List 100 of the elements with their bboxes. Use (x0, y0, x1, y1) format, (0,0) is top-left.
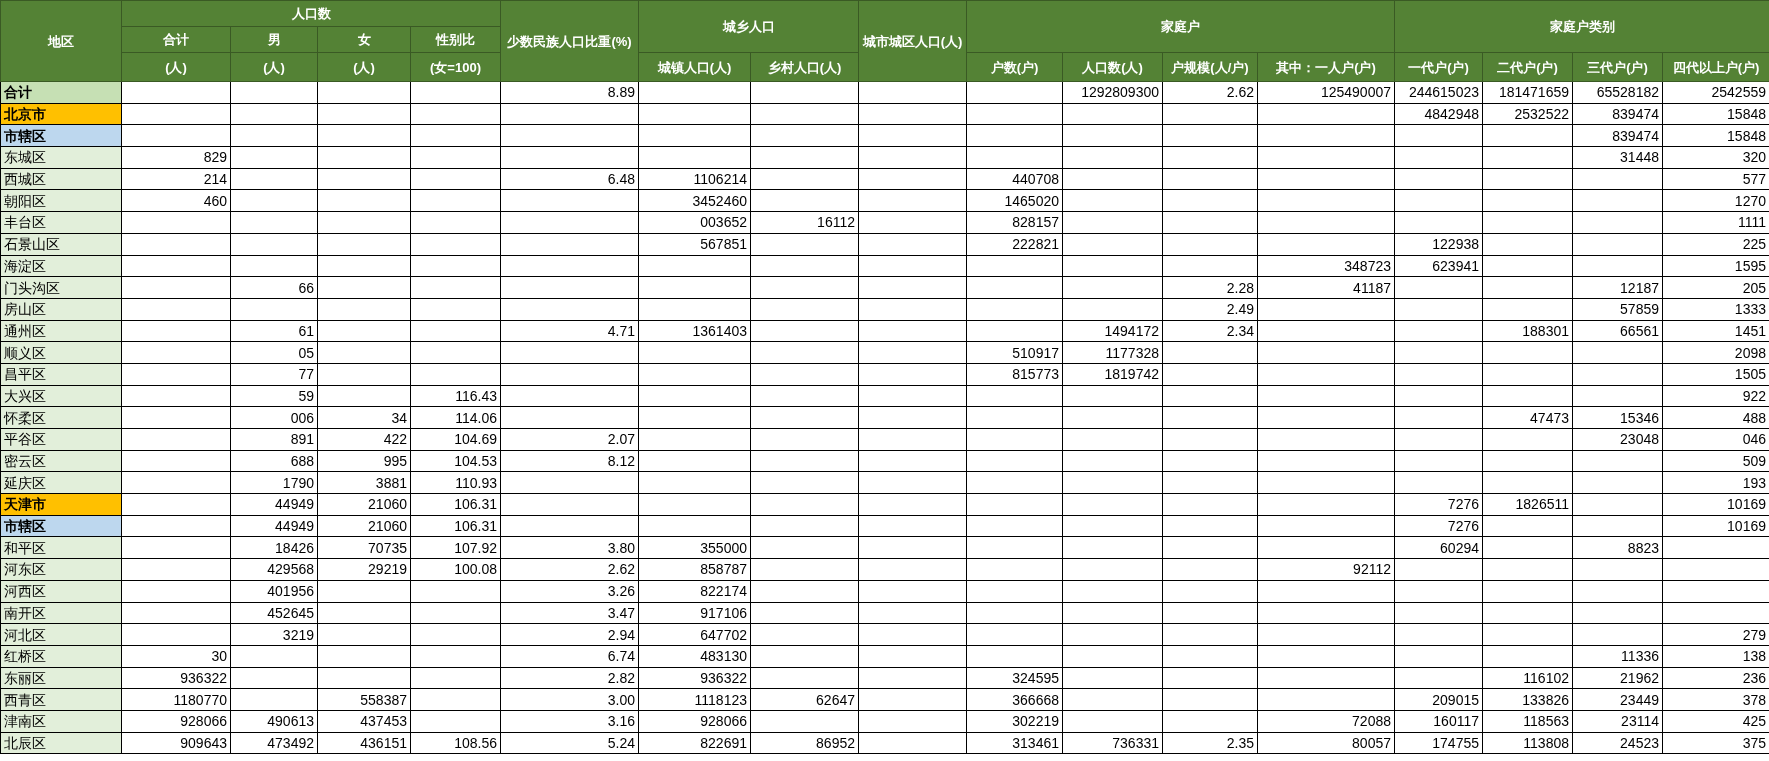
table-cell: 1118123 (638, 688, 751, 711)
table-cell: 2.62 (1162, 81, 1258, 104)
table-cell: 567851 (638, 233, 751, 255)
row-header: 和平区 (0, 536, 122, 559)
table-cell: 30 (121, 645, 231, 668)
row-header: 怀柔区 (0, 406, 122, 429)
table-cell: 891 (230, 428, 318, 451)
row-header: 顺义区 (0, 341, 122, 364)
table-cell: 355000 (638, 536, 751, 559)
column-header: 人口数 (121, 0, 501, 27)
table-cell: 1790 (230, 471, 318, 494)
table-cell: 452645 (230, 602, 318, 624)
table-cell: 828157 (966, 211, 1063, 234)
table-cell: 558387 (317, 688, 411, 711)
table-cell: 2.94 (500, 623, 639, 646)
table-cell: 100.08 (410, 558, 501, 581)
table-cell: 118563 (1482, 710, 1573, 733)
table-cell: 104.53 (410, 450, 501, 472)
table-cell: 188301 (1482, 320, 1573, 342)
table-cell: 47473 (1482, 406, 1573, 429)
column-header: (女=100) (410, 52, 501, 82)
row-header: 红桥区 (0, 645, 122, 668)
table-cell: 104.69 (410, 428, 501, 451)
table-cell: 8.12 (500, 450, 639, 472)
table-cell: 348723 (1257, 255, 1395, 277)
table-cell: 44949 (230, 493, 318, 516)
table-cell: 12187 (1572, 276, 1663, 299)
table-cell: 483130 (638, 645, 751, 668)
row-header: 合计 (0, 81, 122, 104)
table-cell: 21060 (317, 515, 411, 537)
column-header: (人) (317, 52, 411, 82)
table-cell: 92112 (1257, 558, 1395, 581)
table-cell: 114.06 (410, 406, 501, 429)
table-cell: 181471659 (1482, 81, 1573, 104)
table-cell: 110.93 (410, 471, 501, 494)
table-cell: 23449 (1572, 688, 1663, 711)
table-cell: 3.47 (500, 602, 639, 624)
row-header: 河西区 (0, 580, 122, 602)
column-header: 二代户(户) (1482, 52, 1573, 82)
table-cell: 936322 (638, 667, 751, 689)
table-cell: 1180770 (121, 688, 231, 711)
table-cell: 429568 (230, 558, 318, 581)
table-cell: 59 (230, 385, 318, 407)
table-cell: 65528182 (1572, 81, 1663, 104)
column-header: 地区 (0, 0, 122, 82)
table-cell: 3.00 (500, 688, 639, 711)
table-cell: 2532522 (1482, 103, 1573, 125)
column-header: 合计 (121, 26, 231, 53)
row-header: 天津市 (0, 493, 122, 516)
row-header: 北京市 (0, 103, 122, 125)
table-cell: 29219 (317, 558, 411, 581)
table-cell: 24523 (1572, 732, 1663, 754)
table-cell: 2.82 (500, 667, 639, 689)
table-cell: 160117 (1394, 710, 1483, 733)
row-header: 河北区 (0, 623, 122, 646)
table-cell: 313461 (966, 732, 1063, 754)
table-cell: 3881 (317, 471, 411, 494)
table-cell: 473492 (230, 732, 318, 754)
column-header: 女 (317, 26, 411, 53)
table-cell: 6.74 (500, 645, 639, 668)
table-cell: 62647 (750, 688, 859, 711)
table-cell: 1819742 (1062, 363, 1163, 386)
table-cell: 05 (230, 341, 318, 364)
table-cell: 133826 (1482, 688, 1573, 711)
column-header: 家庭户类别 (1394, 0, 1769, 53)
row-header: 昌平区 (0, 363, 122, 386)
table-cell: 1292809300 (1062, 81, 1163, 104)
table-cell: 23048 (1572, 428, 1663, 451)
row-header: 房山区 (0, 298, 122, 321)
table-cell: 86952 (750, 732, 859, 754)
table-cell: 7276 (1394, 515, 1483, 537)
table-cell: 3219 (230, 623, 318, 646)
table-cell: 3.80 (500, 536, 639, 559)
column-header: 一代户(户) (1394, 52, 1483, 82)
row-header: 西城区 (0, 168, 122, 190)
table-cell: 623941 (1394, 255, 1483, 277)
row-header: 市辖区 (0, 124, 122, 147)
row-header: 南开区 (0, 602, 122, 624)
column-header: 家庭户 (966, 0, 1395, 53)
column-header: 城镇人口(人) (638, 52, 751, 82)
row-header: 石景山区 (0, 233, 122, 255)
table-cell: 440708 (966, 168, 1063, 190)
table-cell: 214 (121, 168, 231, 190)
table-cell: 1177328 (1062, 341, 1163, 364)
row-header: 津南区 (0, 710, 122, 733)
table-cell: 4842948 (1394, 103, 1483, 125)
table-cell: 16112 (750, 211, 859, 234)
table-cell: 41187 (1257, 276, 1395, 299)
row-header: 平谷区 (0, 428, 122, 451)
table-cell: 1106214 (638, 168, 751, 190)
table-cell: 66 (230, 276, 318, 299)
row-header: 延庆区 (0, 471, 122, 494)
column-header: 男 (230, 26, 318, 53)
table-cell: 108.56 (410, 732, 501, 754)
table-cell: 174755 (1394, 732, 1483, 754)
table-cell: 34 (317, 406, 411, 429)
table-cell: 401956 (230, 580, 318, 602)
table-cell: 815773 (966, 363, 1063, 386)
table-cell: 44949 (230, 515, 318, 537)
column-header: 三代户(户) (1572, 52, 1663, 82)
